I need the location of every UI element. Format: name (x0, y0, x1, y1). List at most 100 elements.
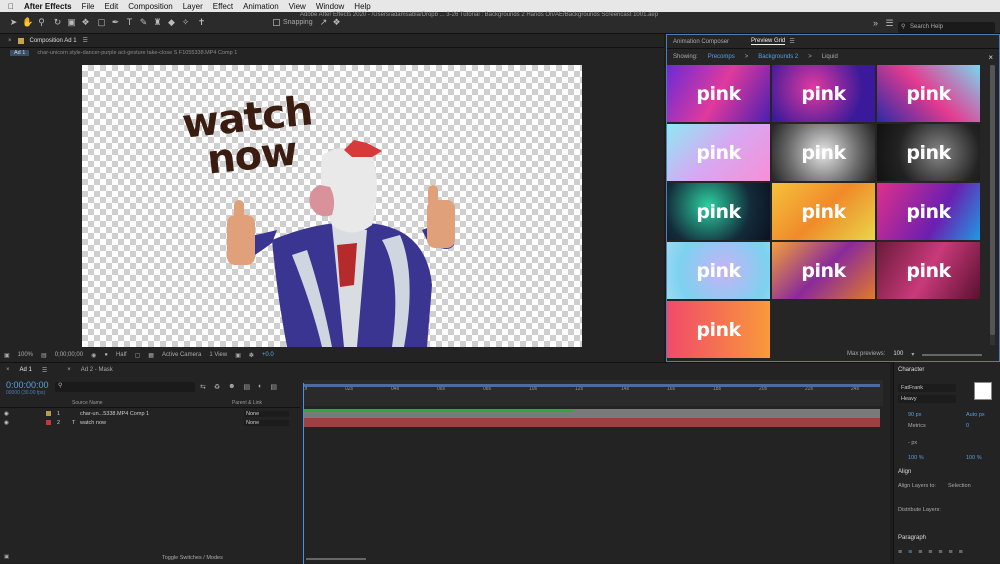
column-parent[interactable]: Parent & Link (232, 400, 262, 406)
tab-ad2-mask[interactable]: Ad 2 - Mask (81, 367, 113, 373)
max-previews-value[interactable]: 100 (893, 351, 903, 358)
close-icon[interactable]: × (6, 367, 10, 373)
rectangle-tool-icon[interactable]: ▢ (96, 17, 107, 28)
tracking-value[interactable]: 0 (966, 423, 969, 429)
preview-scrollbar[interactable] (990, 65, 995, 345)
thumbnail[interactable]: pink (772, 183, 875, 240)
snap-option-icon[interactable]: ↗ (318, 17, 329, 28)
close-icon[interactable]: × (988, 53, 993, 62)
align-title[interactable]: Align (898, 469, 911, 475)
views-dropdown[interactable]: 1 View (209, 352, 227, 358)
toggle-pixel-icon[interactable]: ▣ (235, 352, 241, 359)
snapping-toggle[interactable]: Snapping (273, 19, 313, 26)
eye-icon[interactable]: ◉ (4, 411, 9, 417)
camera-tool-icon[interactable]: ▣ (66, 17, 77, 28)
chevron-down-icon[interactable]: ▾ (911, 351, 914, 358)
parent-dropdown[interactable]: None (244, 419, 289, 426)
menu-view[interactable]: View (289, 2, 306, 11)
eye-icon[interactable]: ◉ (4, 420, 9, 426)
justify-right-icon[interactable]: ≡ (948, 549, 952, 556)
crumb-backgrounds-2[interactable]: Backgrounds 2 (758, 54, 798, 60)
font-dropdown[interactable]: FatFrank (898, 384, 956, 392)
zoom-slider[interactable] (306, 558, 366, 560)
menu-help[interactable]: Help (354, 2, 370, 11)
menu-file[interactable]: File (82, 2, 95, 11)
thumbnail[interactable]: pink (772, 65, 875, 122)
hand-tool-icon[interactable]: ✋ (22, 17, 33, 28)
justify-center-icon[interactable]: ≡ (938, 549, 942, 556)
fill-color-swatch[interactable] (974, 382, 992, 400)
panel-menu-icon[interactable]: ☰ (83, 37, 88, 44)
menu-layer[interactable]: Layer (183, 2, 203, 11)
menu-composition[interactable]: Composition (128, 2, 172, 11)
layer-search-input[interactable]: ⚲ (55, 382, 195, 392)
render-icon[interactable]: ▣ (4, 554, 9, 560)
tab-animation-composer[interactable]: Animation Composer (673, 39, 729, 45)
camera-dropdown[interactable]: Active Camera (162, 352, 201, 358)
label-color[interactable] (46, 420, 51, 425)
snap-grid-icon[interactable]: ❖ (331, 17, 342, 28)
crumb-precomps[interactable]: Precomps (708, 54, 735, 60)
fit-icon[interactable]: ▤ (41, 352, 47, 359)
composition-canvas[interactable]: watch now (82, 65, 582, 347)
vertical-scale-value[interactable]: 100 % (908, 455, 924, 461)
selection-tool-icon[interactable]: ➤ (8, 17, 19, 28)
always-preview-icon[interactable]: ▣ (4, 352, 10, 359)
shy-icon[interactable]: ☻ (228, 383, 235, 391)
size-slider[interactable] (922, 354, 983, 356)
layer-row[interactable]: ◉ 1 char-un...5338.MP4 Comp 1 None (0, 409, 300, 418)
thumbnail[interactable]: pink (667, 183, 770, 240)
color-channel-icon[interactable]: ● (104, 352, 108, 358)
current-time[interactable]: 0:00:00:00 (6, 380, 49, 390)
tab-preview-grid[interactable]: Preview Grid (751, 38, 786, 45)
puppet-tool-icon[interactable]: ✝ (196, 17, 207, 28)
layer-bar-comp[interactable] (303, 409, 880, 418)
parent-dropdown[interactable]: None (244, 410, 289, 417)
align-center-icon[interactable]: ≡ (908, 549, 912, 556)
horizontal-scale-value[interactable]: 100 % (966, 455, 982, 461)
thumbnail[interactable]: pink (772, 242, 875, 299)
character-title[interactable]: Character (898, 367, 924, 373)
type-tool-icon[interactable]: T (124, 17, 135, 28)
roto-brush-tool-icon[interactable]: ✧ (180, 17, 191, 28)
work-area-bar[interactable] (303, 384, 880, 387)
pen-tool-icon[interactable]: ✒ (110, 17, 121, 28)
layer-name[interactable]: char-un...5338.MP4 Comp 1 (80, 411, 149, 417)
graph-editor-icon[interactable]: ▤ (270, 383, 277, 391)
font-size-value[interactable]: 90 px (908, 412, 921, 418)
layer-name[interactable]: watch now (80, 420, 106, 426)
leading-value[interactable]: Auto px (966, 412, 985, 418)
align-right-icon[interactable]: ≡ (918, 549, 922, 556)
clone-stamp-tool-icon[interactable]: ♜ (152, 17, 163, 28)
menu-animation[interactable]: Animation (243, 2, 279, 11)
apple-icon[interactable]:  (8, 2, 14, 11)
panel-menu-icon[interactable]: ☰ (789, 38, 794, 45)
thumbnail[interactable]: pink (667, 242, 770, 299)
scrollbar-thumb[interactable] (990, 65, 995, 335)
brush-tool-icon[interactable]: ✎ (138, 17, 149, 28)
paragraph-title[interactable]: Paragraph (898, 535, 926, 541)
lock-icon[interactable] (17, 37, 24, 44)
toggle-switches-modes[interactable]: Toggle Switches / Modes (162, 555, 223, 561)
app-menu[interactable]: After Effects (24, 2, 72, 11)
label-color[interactable] (46, 411, 51, 416)
timecode-display[interactable]: 0;00;00;00 (55, 352, 83, 358)
zoom-tool-icon[interactable]: ⚲ (36, 17, 47, 28)
comp-flowchart-icon[interactable]: ⇆ (200, 383, 206, 391)
pan-behind-tool-icon[interactable]: ❖ (80, 17, 91, 28)
align-left-icon[interactable]: ≡ (898, 549, 902, 556)
region-of-interest-icon[interactable]: ▢ (135, 352, 141, 359)
thumbnail[interactable]: pink (667, 124, 770, 181)
playhead[interactable] (303, 383, 304, 564)
panel-menu-icon[interactable]: ☰ (42, 367, 47, 374)
justify-left-icon[interactable]: ≡ (928, 549, 932, 556)
eraser-tool-icon[interactable]: ◆ (166, 17, 177, 28)
thumbnail[interactable]: pink (877, 183, 980, 240)
snapshot-camera-icon[interactable]: ◉ (91, 352, 96, 359)
tab-ad1[interactable]: Ad 1 (20, 367, 32, 373)
close-icon[interactable]: × (8, 38, 12, 44)
thumbnail[interactable]: pink (877, 124, 980, 181)
thumbnail[interactable]: pink (877, 65, 980, 122)
menu-edit[interactable]: Edit (104, 2, 118, 11)
thumbnail[interactable]: pink (877, 242, 980, 299)
